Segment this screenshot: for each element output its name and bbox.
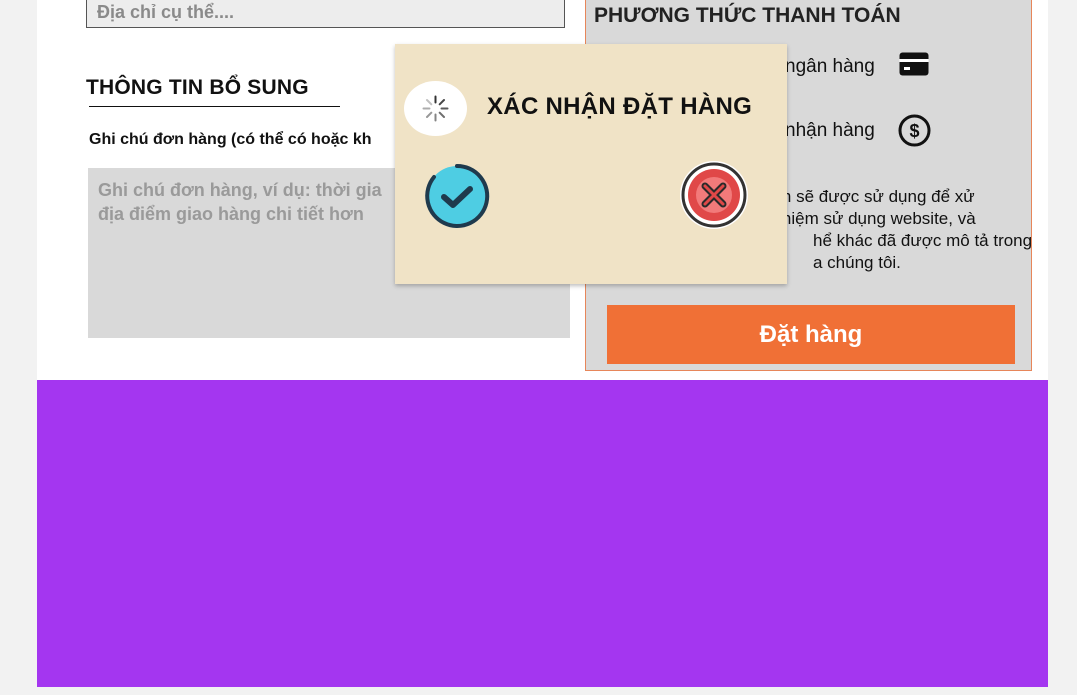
confirm-button[interactable] [421, 160, 493, 232]
order-note-label: Ghi chú đơn hàng (có thể có hoặc kh [89, 131, 372, 148]
additional-info-title: THÔNG TIN BỔ SUNG [86, 76, 309, 99]
svg-text:$: $ [909, 121, 919, 141]
section-divider [89, 106, 340, 107]
close-circle-icon [680, 161, 748, 229]
payment-title: PHƯƠNG THỨC THANH TOÁN [594, 4, 901, 27]
address-input[interactable] [86, 0, 565, 28]
footer-block [37, 380, 1048, 687]
place-order-button[interactable]: Đặt hàng [607, 305, 1015, 364]
dollar-circle-icon: $ [898, 114, 931, 152]
credit-card-icon [899, 52, 929, 81]
payment-option-cod[interactable]: nhận hàng [785, 120, 875, 142]
cancel-button[interactable] [678, 159, 750, 231]
payment-option-bank[interactable]: ngân hàng [785, 56, 875, 78]
checkmark-circle-icon [425, 163, 490, 228]
spinner-icon [404, 81, 467, 136]
confirm-order-modal: XÁC NHẬN ĐẶT HÀNG [395, 44, 787, 284]
modal-title: XÁC NHẬN ĐẶT HÀNG [487, 93, 753, 120]
